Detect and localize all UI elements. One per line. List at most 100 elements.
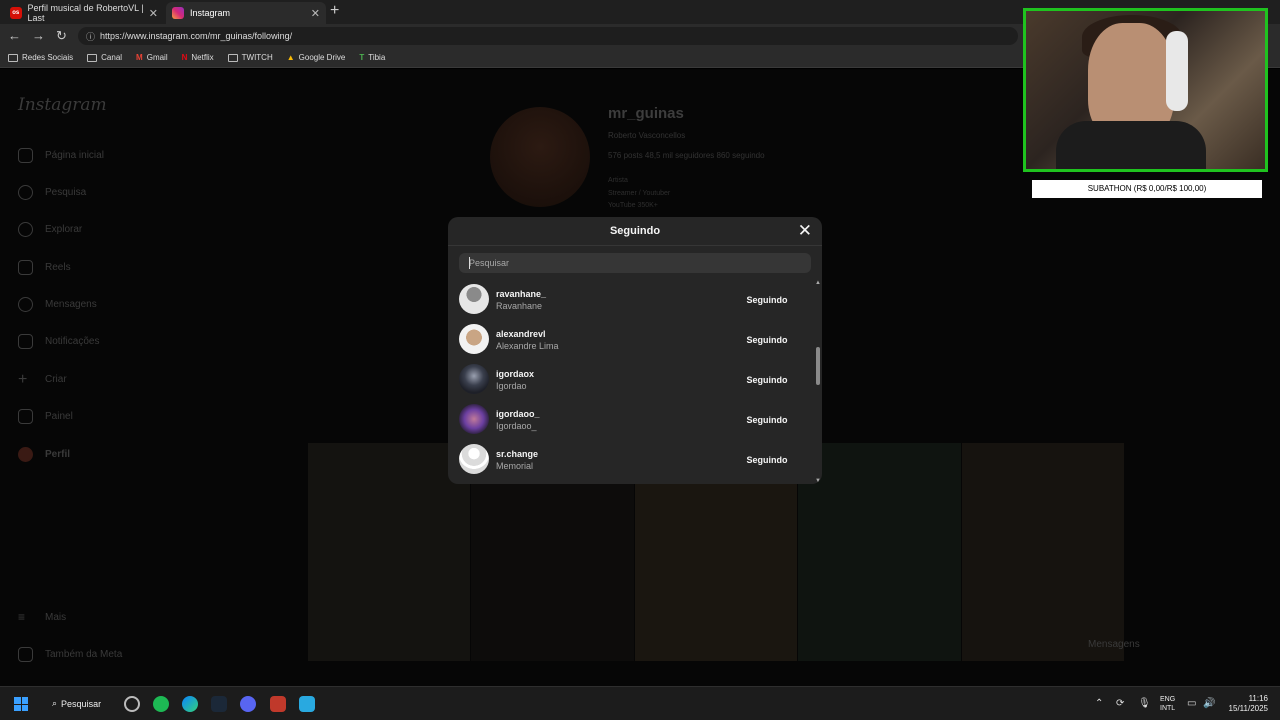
app-icon[interactable] xyxy=(124,696,140,712)
bookmark-netflix[interactable]: N Netflix xyxy=(182,53,214,62)
edge-icon[interactable] xyxy=(182,696,198,712)
username[interactable]: sr.change xyxy=(496,449,538,459)
nav-messages[interactable]: Mensagens xyxy=(18,297,97,312)
tab-label: Perfil musical de RobertoVL | Last xyxy=(27,3,144,23)
subathon-banner: SUBATHON (R$ 0,00/R$ 100,00) xyxy=(1032,180,1262,198)
reload-icon[interactable]: ↻ xyxy=(56,28,67,44)
bookmark-redes-sociais[interactable]: Redes Sociais xyxy=(8,53,73,62)
windows-start-icon[interactable] xyxy=(14,697,28,711)
nav-explore[interactable]: Explorar xyxy=(18,222,82,237)
sync-icon[interactable]: ⟳ xyxy=(1116,698,1124,709)
netflix-icon: N xyxy=(181,53,188,62)
nav-profile[interactable]: Perfil xyxy=(18,447,70,462)
back-icon[interactable]: ← xyxy=(8,28,21,43)
bookmark-twitch[interactable]: TWITCH xyxy=(227,53,273,62)
forward-icon[interactable]: → xyxy=(32,28,45,43)
username[interactable]: igordaox xyxy=(496,369,534,379)
following-button[interactable]: Seguindo xyxy=(734,410,800,430)
meta-icon xyxy=(18,647,33,662)
avatar[interactable] xyxy=(459,324,489,354)
instagram-icon xyxy=(172,7,184,19)
bookmark-google-drive[interactable]: ▲ Google Drive xyxy=(287,53,346,62)
nav-more[interactable]: ≡ Mais xyxy=(18,610,66,625)
language-indicator[interactable]: ENG INTL xyxy=(1160,695,1175,713)
messages-float-button[interactable]: Mensagens xyxy=(1088,639,1140,650)
site-info-icon[interactable]: ⓘ xyxy=(86,30,95,43)
bookmark-gmail[interactable]: M Gmail xyxy=(136,53,168,62)
following-button[interactable]: Seguindo xyxy=(734,370,800,390)
avatar[interactable] xyxy=(459,364,489,394)
close-icon[interactable]: ✕ xyxy=(798,222,812,239)
post-thumbnail[interactable] xyxy=(798,443,961,661)
search-input[interactable] xyxy=(469,257,799,269)
plus-icon: + xyxy=(18,371,28,388)
reels-icon xyxy=(18,260,33,275)
new-tab-icon[interactable]: + xyxy=(330,2,339,20)
full-name: Ravanhane xyxy=(496,301,543,311)
headset-icon xyxy=(1166,31,1188,111)
tab-label: Instagram xyxy=(190,8,231,18)
following-button[interactable]: Seguindo xyxy=(734,330,800,350)
tab-instagram[interactable]: Instagram ✕ xyxy=(166,2,326,24)
heart-icon xyxy=(18,334,33,349)
scroll-up-arrow-icon[interactable]: ▲ xyxy=(815,280,821,286)
volume-icon[interactable]: 🔊 xyxy=(1203,698,1215,709)
search-box xyxy=(459,253,811,273)
language-label: ENG xyxy=(1160,696,1176,703)
search-icon xyxy=(18,185,33,200)
post-thumbnail[interactable] xyxy=(308,443,471,661)
following-list: ravanhane_ Ravanhane Seguindo alexandrev… xyxy=(448,280,822,484)
list-item[interactable]: sr.change Memorial Seguindo xyxy=(448,440,814,480)
nav-label: Painel xyxy=(45,411,73,422)
close-tab-icon[interactable]: ✕ xyxy=(311,7,320,20)
list-item[interactable]: igordaox Igordao Seguindo xyxy=(448,360,814,400)
bookmark-label: Gmail xyxy=(146,53,168,62)
username[interactable]: igordaoo_ xyxy=(496,409,540,419)
bookmark-label: TWITCH xyxy=(241,53,273,62)
taskbar-search[interactable]: ⌕ Pesquisar xyxy=(52,698,101,709)
chevron-up-icon[interactable]: ⌃ xyxy=(1095,698,1103,709)
menu-icon: ≡ xyxy=(18,610,26,624)
following-button[interactable]: Seguindo xyxy=(734,290,800,310)
notepad-icon[interactable] xyxy=(299,696,315,712)
following-button[interactable]: Seguindo xyxy=(734,450,800,470)
profile-bio-line: Streamer / Youtuber xyxy=(608,190,671,197)
nav-create[interactable]: + Criar xyxy=(18,371,67,388)
bookmark-tibia[interactable]: T Tibia xyxy=(359,53,385,62)
profile-bio-line: Artista xyxy=(608,177,628,184)
list-item[interactable]: alexandrevl Alexandre Lima Seguindo xyxy=(448,320,814,360)
folder-icon xyxy=(227,53,238,62)
username[interactable]: alexandrevl xyxy=(496,329,546,339)
list-item[interactable]: igordaoo_ Igordaoo_ Seguindo xyxy=(448,400,814,440)
nav-reels[interactable]: Reels xyxy=(18,260,71,275)
list-item[interactable]: ravanhane_ Ravanhane Seguindo xyxy=(448,280,814,320)
avatar[interactable] xyxy=(459,284,489,314)
steam-icon[interactable] xyxy=(211,696,227,712)
clock[interactable]: 11:16 15/11/2025 xyxy=(1224,694,1268,714)
network-icon[interactable]: ▭ xyxy=(1187,698,1196,709)
nav-home[interactable]: Página inicial xyxy=(18,148,104,163)
clock-time: 11:16 xyxy=(1248,694,1268,703)
nav-also-from-meta[interactable]: Também da Meta xyxy=(18,647,122,662)
scroll-down-arrow-icon[interactable]: ▼ xyxy=(815,478,821,484)
instagram-logo[interactable]: Instagram xyxy=(18,95,107,115)
bookmark-canal[interactable]: Canal xyxy=(87,53,122,62)
nav-notifications[interactable]: Notificações xyxy=(18,334,99,349)
url-field[interactable]: ⓘ https://www.instagram.com/mr_guinas/fo… xyxy=(78,27,1018,45)
tab-lastfm[interactable]: os Perfil musical de RobertoVL | Last ✕ xyxy=(4,2,164,24)
profile-avatar[interactable] xyxy=(490,107,590,207)
nav-dashboard[interactable]: Painel xyxy=(18,409,73,424)
username[interactable]: ravanhane_ xyxy=(496,289,546,299)
game-icon[interactable] xyxy=(270,696,286,712)
nav-search[interactable]: Pesquisa xyxy=(18,185,86,200)
scrollbar[interactable]: ▲ ▼ xyxy=(814,280,822,484)
close-tab-icon[interactable]: ✕ xyxy=(149,7,158,20)
avatar[interactable] xyxy=(459,444,489,474)
scrollbar-thumb[interactable] xyxy=(816,347,820,385)
spotify-icon[interactable] xyxy=(153,696,169,712)
discord-icon[interactable] xyxy=(240,696,256,712)
post-thumbnail[interactable] xyxy=(961,443,1125,661)
avatar[interactable] xyxy=(459,404,489,434)
webcam-overlay xyxy=(1023,8,1268,172)
microphone-icon[interactable]: 🎙 xyxy=(1138,698,1151,709)
